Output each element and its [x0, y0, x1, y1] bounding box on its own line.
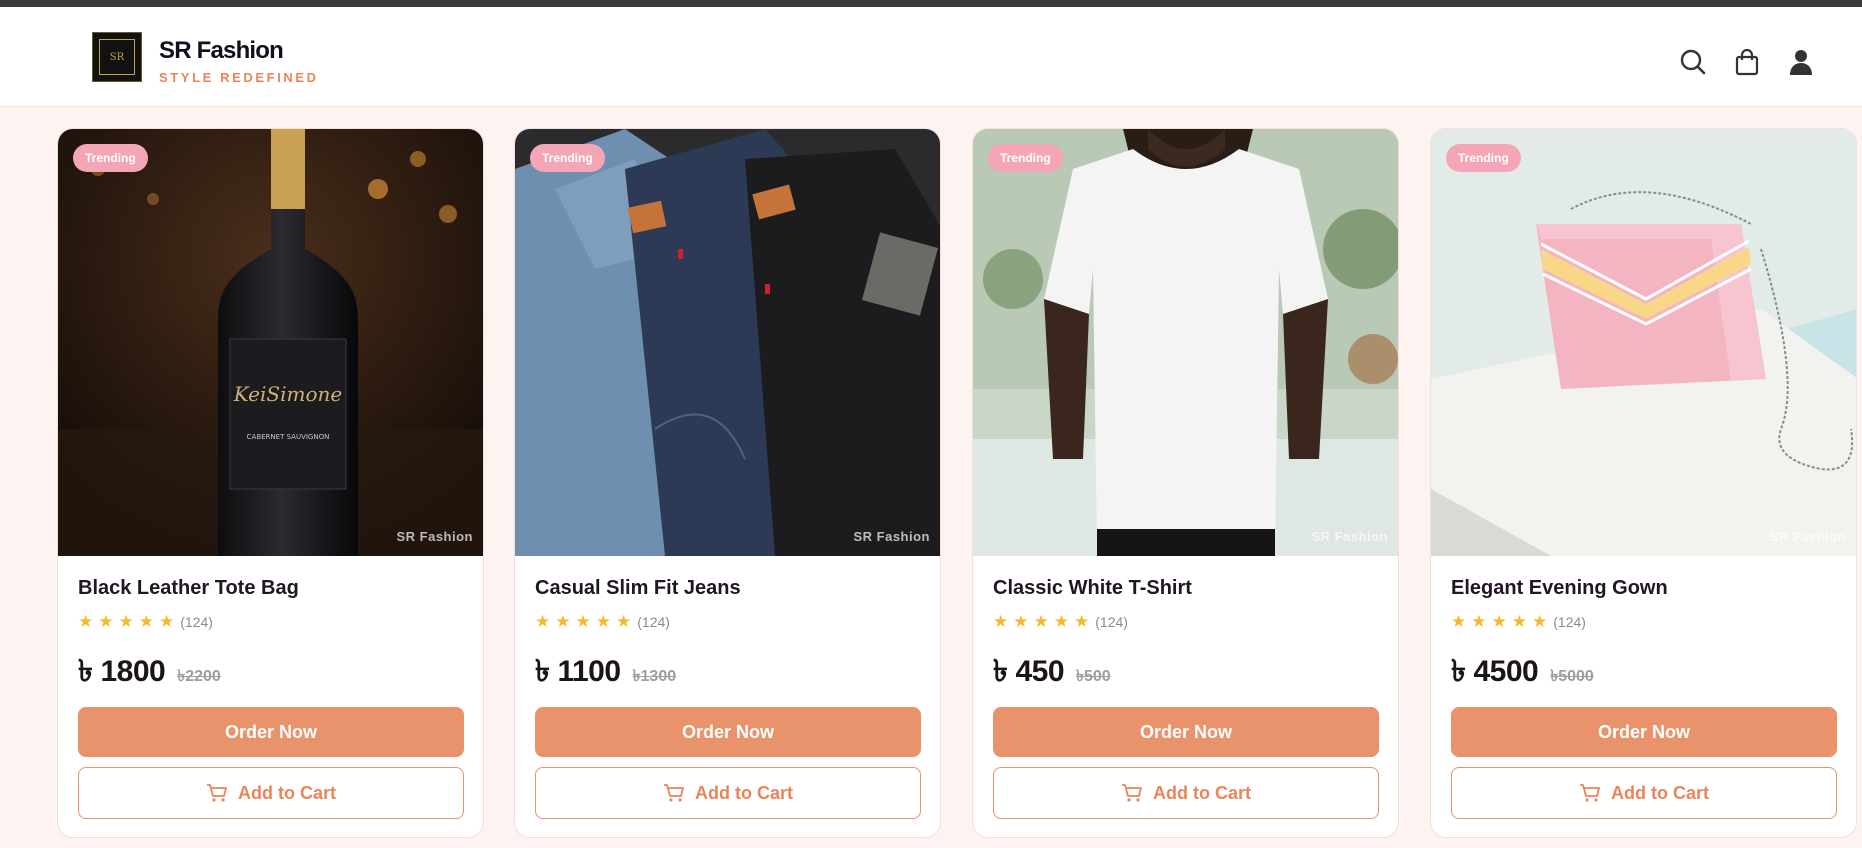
current-price: 1100	[557, 655, 621, 688]
cart-icon	[206, 783, 228, 803]
old-price-currency: ৳	[1550, 668, 1559, 685]
star-icon: ★	[1491, 612, 1507, 631]
old-price-value: 2200	[185, 668, 221, 685]
star-icon: ★	[159, 612, 175, 631]
currency-symbol: ৳	[993, 655, 1008, 688]
top-bar	[0, 0, 1862, 7]
brand-tagline: STYLE REDEFINED	[159, 70, 319, 85]
star-icon: ★	[1033, 612, 1049, 631]
current-price: 4500	[1473, 655, 1539, 688]
review-count: (124)	[1095, 614, 1128, 630]
order-now-button[interactable]: Order Now	[1451, 707, 1837, 757]
product-image[interactable]: Trending SR Fashion	[1431, 129, 1856, 556]
current-price: 1800	[100, 655, 166, 688]
currency-symbol: ৳	[535, 655, 550, 688]
star-icon: ★	[138, 612, 154, 631]
cart-icon	[1121, 783, 1143, 803]
logo-monogram: SR	[99, 39, 135, 75]
search-icon[interactable]	[1678, 47, 1708, 77]
product-card[interactable]: KeiSimone CABERNET SAUVIGNON Trending SR…	[57, 128, 484, 838]
old-price-currency: ৳	[1076, 668, 1084, 685]
product-card[interactable]: Trending SR Fashion Elegant Evening Gown…	[1430, 128, 1857, 838]
star-icon: ★	[993, 612, 1009, 631]
old-price: ৳2200	[177, 663, 221, 690]
trending-badge: Trending	[73, 144, 148, 172]
old-price-value: 5000	[1558, 668, 1594, 685]
star-icon: ★	[1532, 612, 1548, 631]
old-price-value: 500	[1084, 668, 1111, 685]
user-icon[interactable]	[1786, 47, 1816, 77]
rating-stars: ★ ★ ★ ★ ★ (124)	[78, 612, 213, 632]
product-title[interactable]: Black Leather Tote Bag	[78, 577, 299, 600]
image-watermark: SR Fashion	[1311, 529, 1388, 544]
star-icon: ★	[535, 612, 551, 631]
add-to-cart-button[interactable]: Add to Cart	[535, 767, 921, 819]
currency-symbol: ৳	[1451, 655, 1466, 688]
star-icon: ★	[1074, 612, 1090, 631]
review-count: (124)	[637, 614, 670, 630]
image-watermark: SR Fashion	[1769, 529, 1846, 544]
cart-icon	[1579, 783, 1601, 803]
logo[interactable]: SR	[92, 32, 142, 82]
add-to-cart-button[interactable]: Add to Cart	[993, 767, 1379, 819]
order-now-button[interactable]: Order Now	[993, 707, 1379, 757]
cart-icon	[663, 783, 685, 803]
star-icon: ★	[98, 612, 114, 631]
old-price: ৳5000	[1550, 663, 1594, 690]
currency-symbol: ৳	[78, 655, 93, 688]
rating-stars: ★ ★ ★ ★ ★ (124)	[1451, 612, 1586, 632]
trending-badge: Trending	[988, 144, 1063, 172]
rating-stars: ★ ★ ★ ★ ★ (124)	[993, 612, 1128, 632]
price-row: ৳ 450 ৳500	[993, 647, 1111, 698]
star-icon: ★	[1471, 612, 1487, 631]
add-to-cart-button[interactable]: Add to Cart	[78, 767, 464, 819]
trending-badge: Trending	[530, 144, 605, 172]
brand-name[interactable]: SR Fashion	[159, 37, 284, 65]
review-count: (124)	[180, 614, 213, 630]
add-to-cart-button[interactable]: Add to Cart	[1451, 767, 1837, 819]
current-price: 450	[1015, 655, 1065, 688]
image-watermark: SR Fashion	[853, 529, 930, 544]
site-header: SR SR Fashion STYLE REDEFINED	[0, 7, 1862, 107]
product-image[interactable]: KeiSimone CABERNET SAUVIGNON Trending SR…	[58, 129, 483, 556]
rating-stars: ★ ★ ★ ★ ★ (124)	[535, 612, 670, 632]
old-price-currency: ৳	[632, 668, 641, 685]
product-title[interactable]: Casual Slim Fit Jeans	[535, 577, 741, 600]
svg-text:CABERNET SAUVIGNON: CABERNET SAUVIGNON	[247, 433, 330, 441]
star-icon: ★	[575, 612, 591, 631]
star-icon: ★	[1013, 612, 1029, 631]
add-to-cart-label: Add to Cart	[238, 782, 336, 803]
old-price: ৳1300	[633, 663, 677, 690]
product-title[interactable]: Classic White T-Shirt	[993, 577, 1192, 600]
star-icon: ★	[555, 612, 571, 631]
old-price-value: 1300	[640, 668, 677, 685]
review-count: (124)	[1553, 614, 1586, 630]
add-to-cart-label: Add to Cart	[695, 782, 793, 803]
price-row: ৳ 1800 ৳2200	[78, 647, 221, 698]
star-icon: ★	[118, 612, 134, 631]
shopping-bag-icon[interactable]	[1732, 47, 1762, 77]
order-now-button[interactable]: Order Now	[535, 707, 921, 757]
star-icon: ★	[616, 612, 632, 631]
add-to-cart-label: Add to Cart	[1611, 782, 1709, 803]
star-icon: ★	[1511, 612, 1527, 631]
old-price: ৳500	[1076, 663, 1111, 690]
product-image[interactable]: Trending SR Fashion	[515, 129, 940, 556]
add-to-cart-label: Add to Cart	[1153, 782, 1251, 803]
product-card[interactable]: Trending SR Fashion Classic White T-Shir…	[972, 128, 1399, 838]
star-icon: ★	[78, 612, 94, 631]
svg-text:KeiSimone: KeiSimone	[233, 382, 342, 406]
image-watermark: SR Fashion	[396, 529, 473, 544]
product-card[interactable]: Trending SR Fashion Casual Slim Fit Jean…	[514, 128, 941, 838]
star-icon: ★	[595, 612, 611, 631]
star-icon: ★	[1451, 612, 1467, 631]
star-icon: ★	[1053, 612, 1069, 631]
old-price-currency: ৳	[177, 668, 186, 685]
price-row: ৳ 4500 ৳5000	[1451, 647, 1594, 698]
trending-badge: Trending	[1446, 144, 1521, 172]
price-row: ৳ 1100 ৳1300	[535, 647, 676, 698]
product-image[interactable]: Trending SR Fashion	[973, 129, 1398, 556]
product-title[interactable]: Elegant Evening Gown	[1451, 577, 1668, 600]
order-now-button[interactable]: Order Now	[78, 707, 464, 757]
